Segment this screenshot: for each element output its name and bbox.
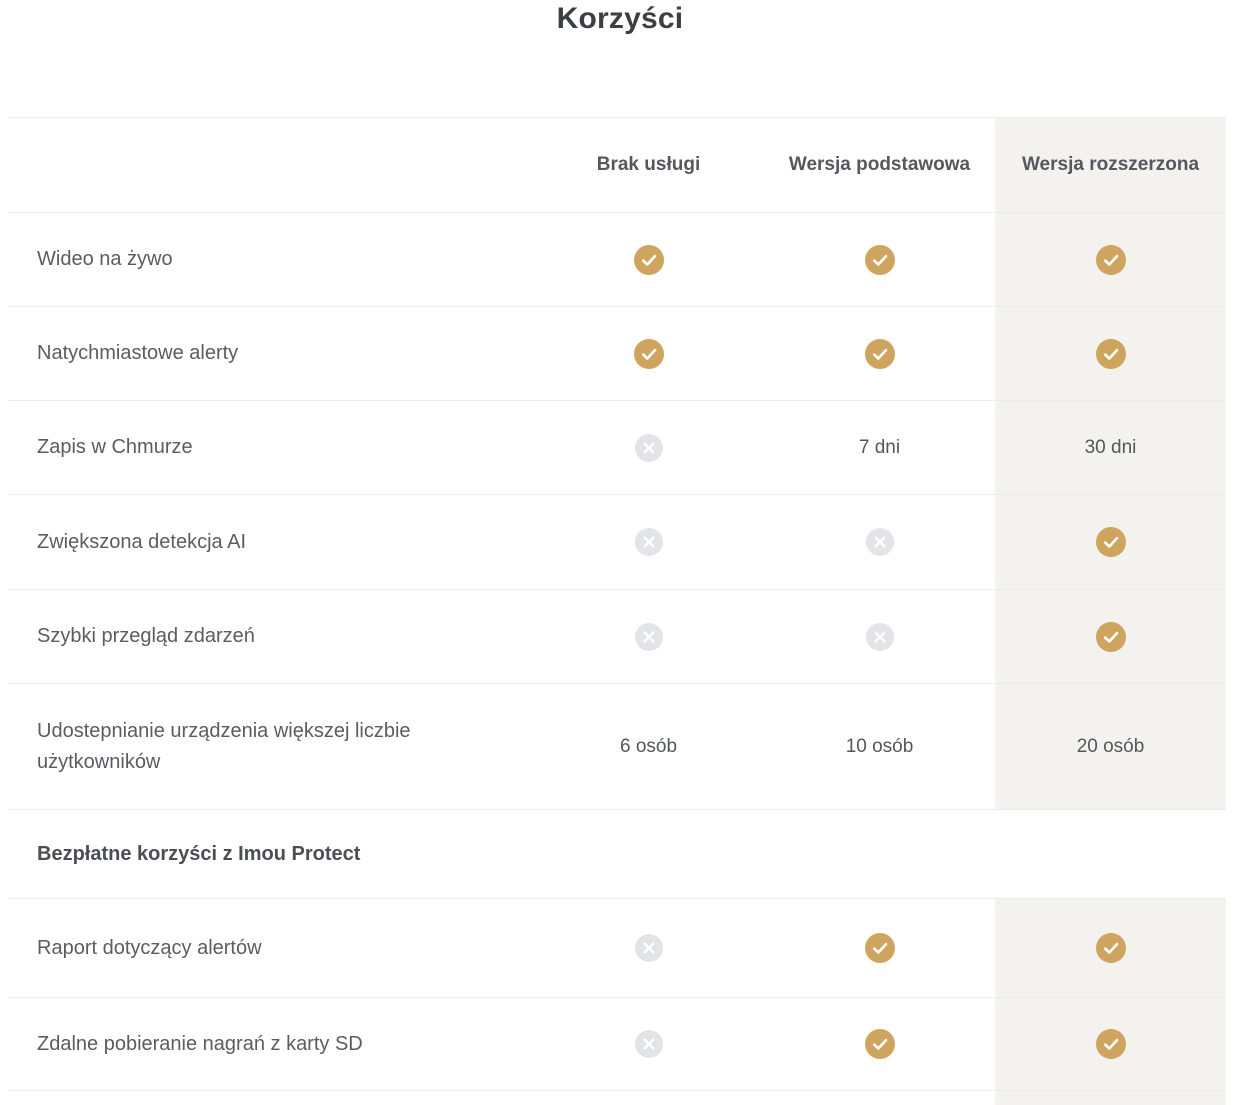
table-row: Raport dotyczący alertów — [8, 899, 1226, 998]
cell — [995, 307, 1226, 400]
cross-icon — [635, 1030, 663, 1058]
check-icon — [634, 245, 664, 275]
table-header-row: Brak usługi Wersja podstawowa Wersja roz… — [8, 118, 1226, 213]
cell — [533, 213, 764, 306]
cross-icon — [635, 434, 663, 462]
cross-icon — [635, 934, 663, 962]
check-icon — [865, 1029, 895, 1059]
cell — [995, 213, 1226, 306]
cell: 10 osób — [764, 684, 995, 809]
section-header-row: Bezpłatne korzyści z Imou Protect — [8, 810, 1226, 899]
cell — [995, 495, 1226, 589]
table-row: Wideo na żywo — [8, 213, 1226, 307]
check-icon — [865, 339, 895, 369]
table-row: Natychmiastowe alerty — [8, 307, 1226, 401]
cell — [764, 1091, 995, 1105]
cell: 7 dni — [764, 401, 995, 494]
cross-icon — [635, 623, 663, 651]
page-title: Korzyści — [0, 0, 1240, 117]
cell — [764, 495, 995, 589]
cell: 30 dni — [995, 401, 1226, 494]
cell — [764, 213, 995, 306]
row-label: Natychmiastowe alerty — [37, 338, 238, 369]
cell — [533, 1091, 764, 1105]
cell — [533, 998, 764, 1090]
benefits-comparison-table: Brak usługi Wersja podstawowa Wersja roz… — [8, 117, 1226, 1105]
cell — [995, 998, 1226, 1090]
table-row: Szybki przegląd zdarzeń — [8, 590, 1226, 684]
table-row: Zwiększona detekcja AI — [8, 495, 1226, 590]
check-icon — [634, 339, 664, 369]
table-row-partial — [8, 1091, 1226, 1105]
check-icon — [1096, 339, 1126, 369]
check-icon — [1096, 622, 1126, 652]
header-empty-cell — [8, 118, 533, 212]
cell — [995, 590, 1226, 683]
table-row: Zdalne pobieranie nagrań z karty SD — [8, 998, 1226, 1091]
row-label: Szybki przegląd zdarzeń — [37, 621, 255, 652]
cell — [533, 590, 764, 683]
row-label: Raport dotyczący alertów — [37, 933, 262, 964]
cell — [764, 590, 995, 683]
column-header-basic-version: Wersja podstawowa — [764, 118, 995, 212]
row-label: Zwiększona detekcja AI — [37, 527, 246, 558]
check-icon — [865, 245, 895, 275]
cell — [764, 307, 995, 400]
cross-icon — [866, 528, 894, 556]
cross-icon — [635, 528, 663, 556]
table-row: Udostepnianie urządzenia większej liczbi… — [8, 684, 1226, 810]
cell — [995, 1091, 1226, 1105]
section-header-label: Bezpłatne korzyści z Imou Protect — [37, 839, 360, 870]
row-label: Zdalne pobieranie nagrań z karty SD — [37, 1029, 363, 1060]
check-icon — [1096, 1029, 1126, 1059]
check-icon — [1096, 245, 1126, 275]
cell — [995, 899, 1226, 997]
row-label: Udostepnianie urządzenia większej liczbi… — [37, 716, 467, 778]
cell — [533, 495, 764, 589]
cell: 6 osób — [533, 684, 764, 809]
cell — [764, 899, 995, 997]
cross-icon — [866, 623, 894, 651]
cell — [764, 998, 995, 1090]
column-header-extended-version: Wersja rozszerzona — [995, 118, 1226, 212]
table-row: Zapis w Chmurze 7 dni 30 dni — [8, 401, 1226, 495]
column-header-no-service: Brak usługi — [533, 118, 764, 212]
row-label: Wideo na żywo — [37, 244, 173, 275]
check-icon — [1096, 933, 1126, 963]
row-label: Zapis w Chmurze — [37, 432, 193, 463]
check-icon — [1096, 527, 1126, 557]
cell — [533, 401, 764, 494]
check-icon — [865, 933, 895, 963]
cell — [533, 307, 764, 400]
cell: 20 osób — [995, 684, 1226, 809]
cell — [533, 899, 764, 997]
